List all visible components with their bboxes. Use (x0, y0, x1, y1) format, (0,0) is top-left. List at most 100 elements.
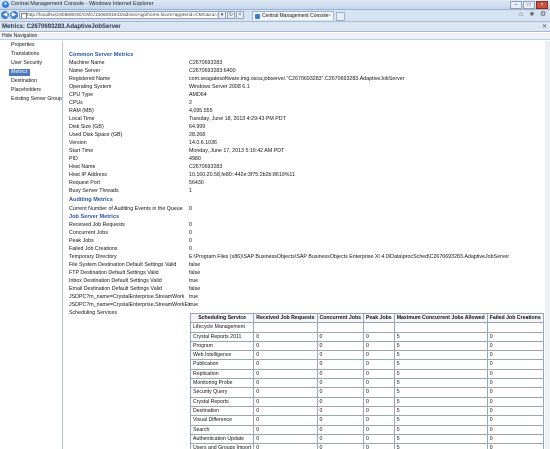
table-row: Authentication Update 0 0 0 5 0 (189, 433, 544, 445)
metric-cell: 0 (253, 443, 318, 449)
tab-page-icon (255, 14, 260, 19)
forward-button[interactable]: ▶ (10, 11, 18, 19)
back-button[interactable]: ◀ (1, 11, 9, 19)
metric-cell: 0 (363, 331, 395, 342)
metric-cell: 0 (363, 443, 395, 449)
sidebar-item-user-security[interactable]: User Security (9, 60, 44, 67)
metric-value: false (189, 286, 201, 292)
sidebar-item-destination[interactable]: Destination (9, 78, 39, 85)
metric-value: 2 (189, 100, 192, 106)
browser-toolbar-icons: ⌂ ★ ⚙ (517, 11, 547, 19)
metric-cell: 5 (393, 387, 488, 398)
tab-close-icon[interactable]: × (328, 12, 331, 20)
sidebar-item-metrics[interactable]: Metrics (9, 69, 30, 76)
table-row: Crystal Reports 2011 0 0 0 5 0 (189, 331, 544, 342)
table-row: Search 0 0 0 5 0 (189, 424, 544, 435)
table-body: Lifecycle Management Crystal Reports 2011… (189, 322, 544, 449)
metric-label: Current Number of Auditing Events in the… (69, 206, 183, 212)
metric-value: 14.0.6.1036 (189, 140, 217, 146)
metric-cell: 0 (486, 415, 544, 426)
address-bar: ◀ ▶ http://localhost:8080/BOE/CMC/130609… (0, 10, 550, 22)
new-tab-button[interactable] (336, 12, 345, 21)
metric-label: Temporary Directory (69, 254, 117, 260)
metric-label: Operating System (69, 84, 112, 90)
metric-label: Machine Name (69, 60, 105, 66)
metric-cell: 5 (393, 415, 488, 426)
column-header: Scheduling Service (189, 312, 255, 324)
sidebar-item-translations[interactable]: Translations (9, 51, 41, 58)
metric-value: 64.999 (189, 124, 206, 130)
metric-label: Peak Jobs (69, 238, 94, 244)
window-controls: – □ × (510, 1, 548, 9)
service-name-cell: Visual Difference (189, 415, 255, 426)
table-row: Publication 0 0 0 5 0 (189, 359, 544, 370)
metric-label: Received Job Requests (69, 222, 125, 228)
column-header: Peak Jobs (363, 312, 395, 324)
metric-cell: 0 (363, 350, 395, 361)
stop-button[interactable]: × (236, 11, 244, 19)
sidebar-item-existing-server-group[interactable]: Existing Server Group (9, 96, 64, 103)
column-header: Concurrent Jobs (316, 312, 365, 324)
home-icon[interactable]: ⌂ (517, 11, 525, 19)
metric-value: Monday, June 17, 2013 5:19:42 AM PDT (189, 148, 285, 154)
address-dropdown-button[interactable]: ▾ (218, 11, 226, 19)
metric-value: 1 (189, 188, 192, 194)
metric-cell: 0 (316, 415, 365, 426)
metric-cell: 0 (363, 378, 395, 389)
sidebar-item-placeholders[interactable]: Placeholders (9, 87, 43, 94)
table-header-row: Scheduling Service Received Job Requests… (189, 312, 544, 324)
metric-label: Request Port (69, 180, 100, 186)
metric-cell: 0 (316, 387, 365, 398)
metric-cell: 0 (486, 368, 544, 380)
service-name-cell: Destination (189, 405, 255, 417)
metric-value: Tuesday, June 18, 2013 4:29:43 PM PDT (189, 116, 286, 122)
table-row: Program 0 0 0 5 0 (189, 340, 544, 352)
table-row: Replication 0 0 0 5 0 (189, 368, 544, 380)
metric-cell: 0 (486, 396, 544, 407)
metric-cell: 0 (316, 350, 365, 361)
settings-gear-icon[interactable]: ⚙ (539, 11, 547, 19)
close-window-button[interactable]: × (536, 1, 548, 9)
metric-value: com.seagatesoftware.img.osca.jobserver."… (189, 76, 405, 82)
metric-cell: 0 (363, 368, 395, 380)
metric-cell: 0 (253, 396, 318, 407)
metric-value: 0 (189, 222, 192, 228)
metric-cell: 5 (393, 424, 488, 435)
metric-cell: 5 (393, 405, 488, 417)
metric-cell: 5 (393, 359, 488, 370)
metric-value: 0 (189, 238, 192, 244)
table-row: Crystal Reports 0 0 0 5 0 (189, 396, 544, 407)
service-name-cell: Search (189, 424, 255, 435)
tab-central-management-console[interactable]: Central Management Console × (252, 11, 334, 20)
metric-cell: 0 (486, 378, 544, 389)
metric-cell: 0 (253, 387, 318, 398)
metric-cell: 0 (486, 443, 544, 449)
metric-value: 0 (189, 206, 192, 212)
ie-icon: e (2, 1, 9, 8)
url-input[interactable]: http://localhost:8080/BOE/CMC/1306091943… (19, 11, 234, 19)
favorites-icon[interactable]: ★ (528, 11, 536, 19)
metric-cell: 0 (486, 340, 544, 352)
refresh-button[interactable]: ↻ (227, 11, 235, 19)
vertical-scrollbar[interactable] (545, 41, 550, 449)
sidebar: Properties Translations User Security Me… (0, 41, 63, 449)
url-text: http://localhost:8080/BOE/CMC/1306091943… (27, 13, 219, 18)
table-row: Users and Groups Import 0 0 0 5 0 (189, 443, 544, 449)
metric-cell: 0 (253, 340, 318, 352)
metric-value: 10.160.20.58,fe80::442e:3f75:2b2b:8619%1… (189, 172, 295, 178)
close-dialog-icon[interactable]: ✕ (542, 22, 547, 32)
metric-value: true (189, 278, 199, 284)
minimize-button[interactable]: – (510, 1, 522, 9)
service-name-cell: Users and Groups Import (189, 443, 255, 449)
maximize-button[interactable]: □ (523, 1, 535, 9)
metric-cell (253, 322, 318, 333)
metric-label: Name Server (69, 68, 101, 74)
metric-value: E:\Program Files (x86)\SAP BusinessObjec… (189, 254, 510, 260)
table-row: Web Intelligence 0 0 0 5 0 (189, 350, 544, 361)
hide-navigation-link[interactable]: Hide Navigation (0, 33, 550, 40)
sidebar-item-properties[interactable]: Properties (9, 42, 37, 49)
table-row: Destination 0 0 0 5 0 (189, 405, 544, 417)
metric-cell: 5 (393, 340, 488, 352)
metric-label: Version (69, 140, 87, 146)
table-row: Security Query 0 0 0 5 0 (189, 387, 544, 398)
